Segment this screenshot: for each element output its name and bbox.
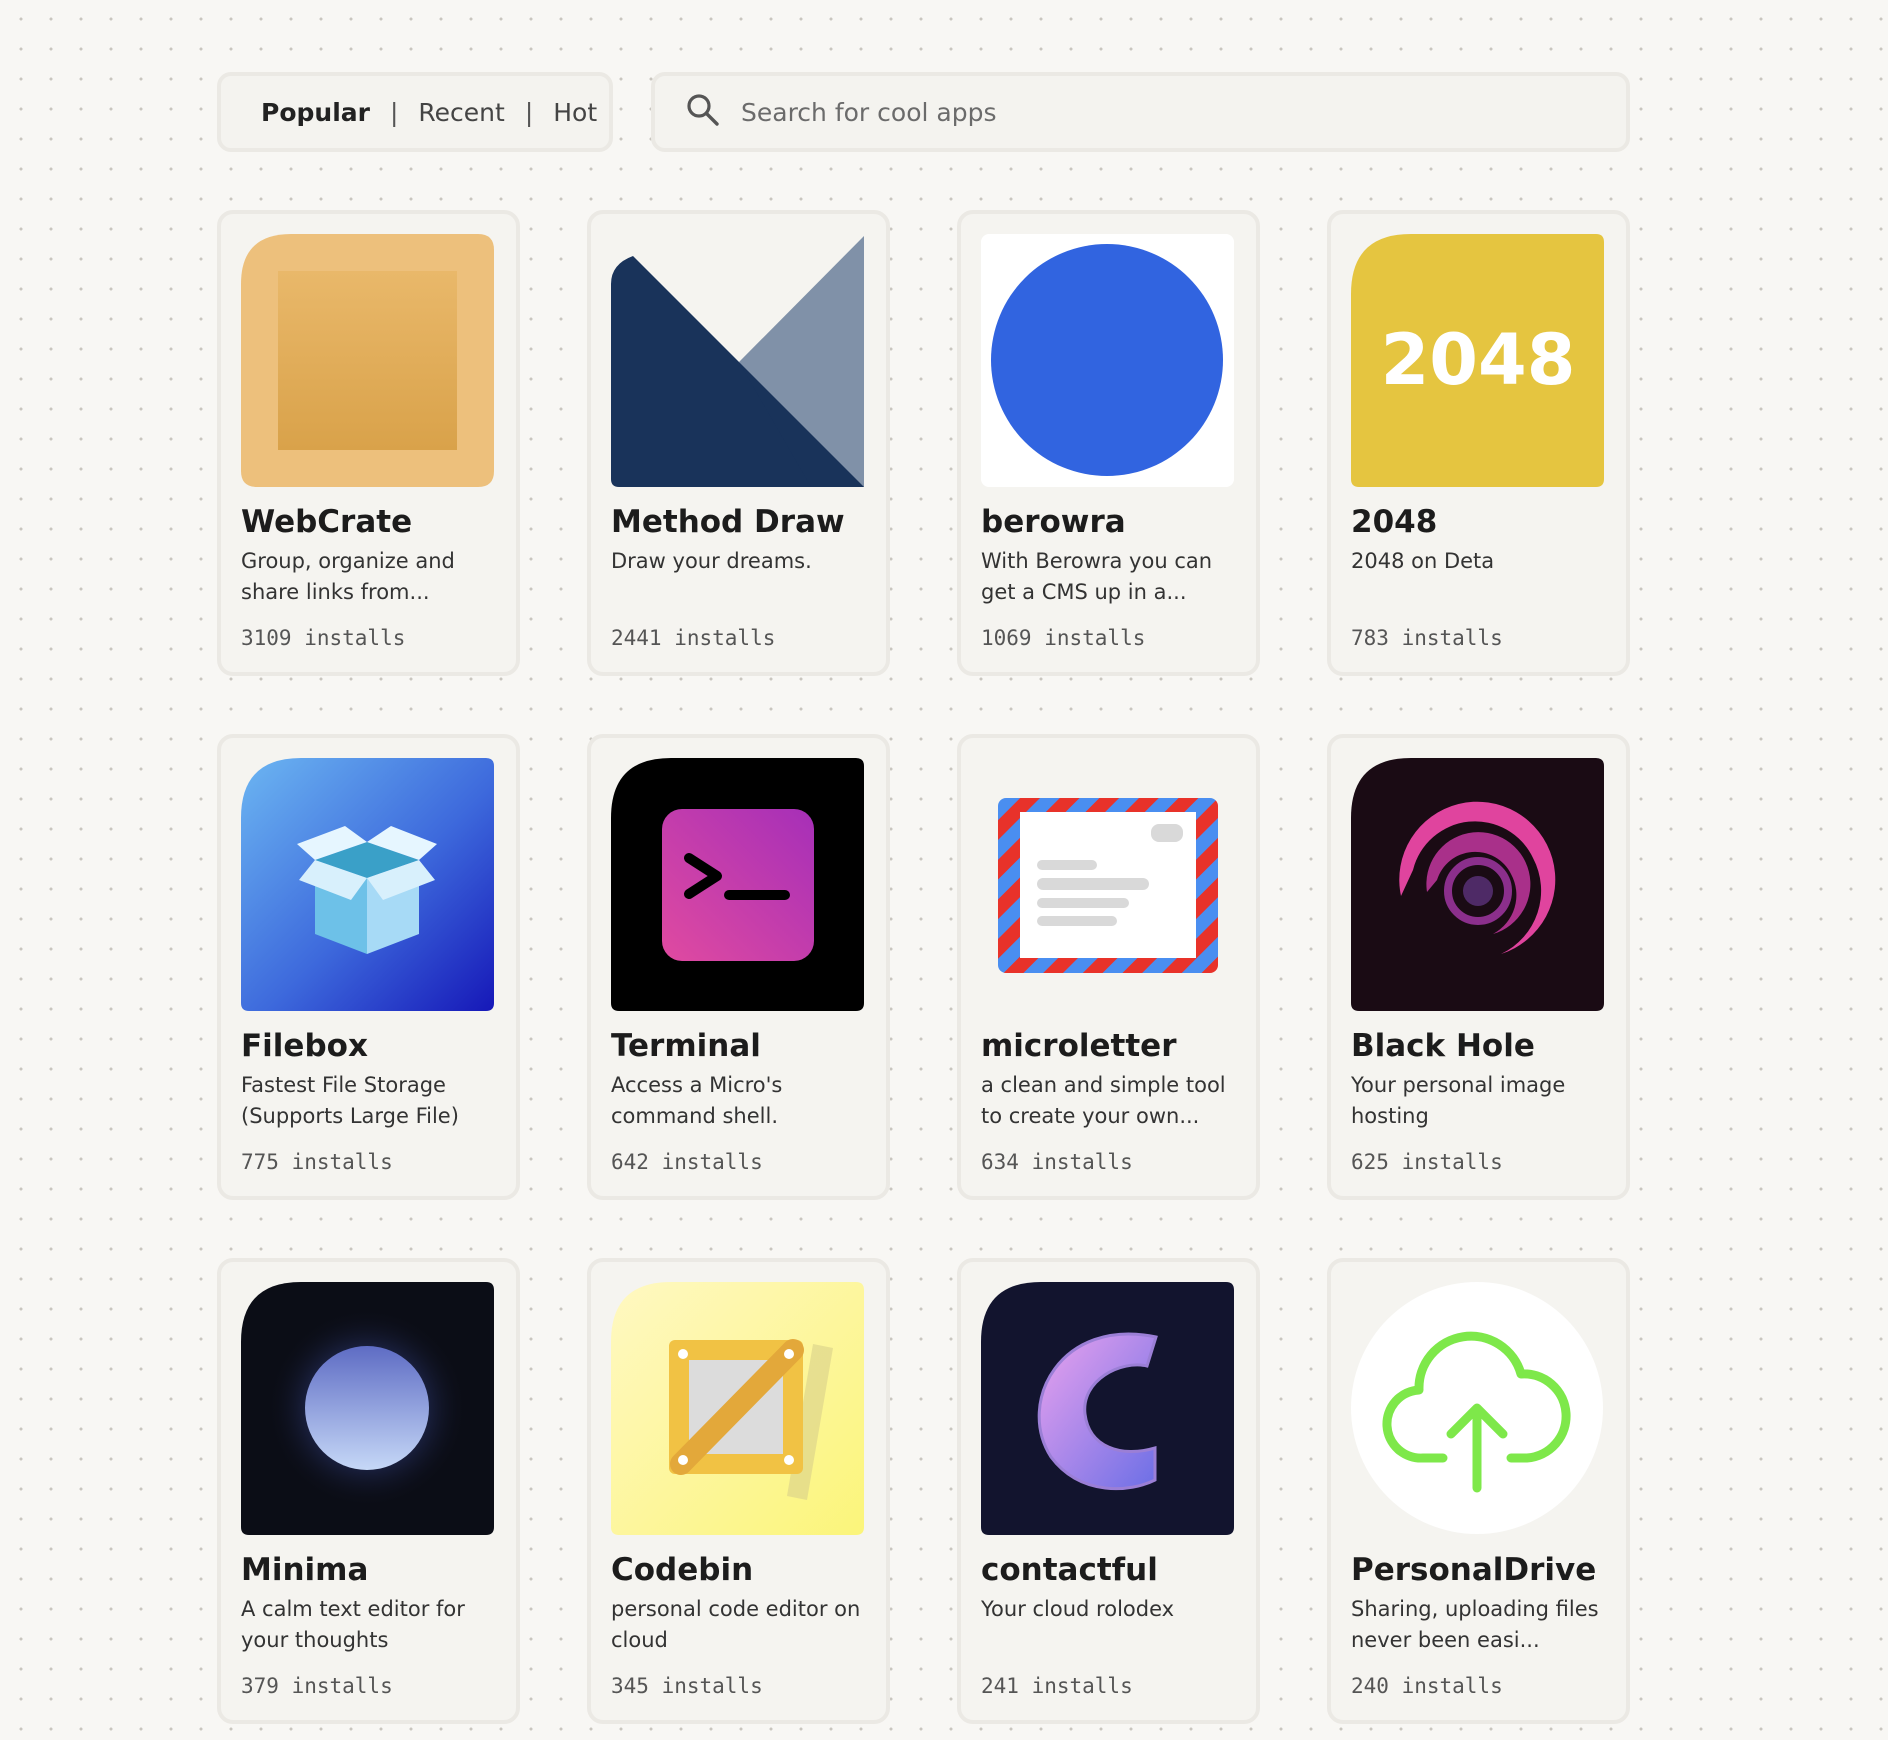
method-draw-icon [611,234,864,487]
2048-icon: 2048 [1351,234,1604,487]
terminal-icon [611,758,864,1011]
tab-popular[interactable]: Popular [261,98,370,127]
app-description: Your cloud rolodex [981,1597,1175,1621]
install-count: 625 installs [1351,1150,1503,1174]
app-name: PersonalDrive [1351,1552,1597,1588]
app-card-microletter[interactable]: microletter a clean and simple tool to c… [957,734,1260,1200]
app-card-personal-drive[interactable]: PersonalDrive Sharing, uploading files n… [1327,1258,1630,1724]
install-count: 240 installs [1351,1674,1503,1698]
app-grid: WebCrate Group, organize and share links… [217,210,1630,1724]
app-card-berowra[interactable]: berowra With Berowra you can get a CMS u… [957,210,1260,676]
app-name: contactful [981,1552,1158,1588]
install-count: 2441 installs [611,626,776,650]
app-description: Group, organize and share links from... [241,549,455,604]
app-description: Your personal image hosting [1351,1073,1566,1128]
2048-icon-text: 2048 [1381,319,1576,401]
tab-separator: | [524,97,534,127]
install-count: 241 installs [981,1674,1133,1698]
install-count: 775 installs [241,1150,393,1174]
app-card-black-hole[interactable]: Black Hole Your personal image hosting 6… [1327,734,1630,1200]
app-description: personal code editor on cloud [611,1597,861,1652]
search-icon [685,92,721,132]
app-name: berowra [981,504,1126,540]
install-count: 379 installs [241,1674,393,1698]
filter-tabs: Popular | Recent | Hot [217,72,613,152]
personal-drive-icon [1351,1282,1604,1535]
app-card-contactful[interactable]: contactful Your cloud rolodex 241 instal… [957,1258,1260,1724]
contactful-icon [981,1282,1234,1535]
install-count: 1069 installs [981,626,1146,650]
tab-hot[interactable]: Hot [553,98,597,127]
app-description: With Berowra you can get a CMS up in a..… [981,549,1213,604]
microletter-icon [981,758,1234,1011]
app-name: WebCrate [241,504,413,540]
app-description: Sharing, uploading files never been easi… [1351,1597,1599,1652]
minima-icon [241,1282,494,1535]
app-name: Black Hole [1351,1028,1535,1064]
app-description: Draw your dreams. [611,549,812,573]
app-name: Codebin [611,1552,754,1588]
app-name: microletter [981,1028,1177,1064]
search-input[interactable] [739,96,1603,128]
app-name: Filebox [241,1028,368,1064]
webcrate-icon [241,234,494,487]
berowra-icon [981,234,1234,487]
install-count: 642 installs [611,1150,763,1174]
tab-recent[interactable]: Recent [418,98,504,127]
filebox-icon [241,758,494,1011]
app-name: 2048 [1351,504,1438,540]
app-card-2048[interactable]: 2048 2048 2048 on Deta 783 installs [1327,210,1630,676]
install-count: 634 installs [981,1150,1133,1174]
black-hole-icon [1351,758,1604,1011]
app-description: A calm text editor for your thoughts [241,1597,465,1652]
install-count: 783 installs [1351,626,1503,650]
app-name: Method Draw [611,504,845,540]
install-count: 345 installs [611,1674,763,1698]
app-card-method-draw[interactable]: Method Draw Draw your dreams. 2441 insta… [587,210,890,676]
app-card-filebox[interactable]: Filebox Fastest File Storage (Supports L… [217,734,520,1200]
top-bar: Popular | Recent | Hot [217,72,1630,152]
search-bar[interactable] [651,72,1630,152]
app-description: a clean and simple tool to create your o… [981,1073,1226,1128]
app-card-codebin[interactable]: Codebin personal code editor on cloud 34… [587,1258,890,1724]
tab-separator: | [389,97,399,127]
app-card-webcrate[interactable]: WebCrate Group, organize and share links… [217,210,520,676]
app-name: Terminal [611,1028,761,1064]
app-description: 2048 on Deta [1351,549,1495,573]
app-card-terminal[interactable]: Terminal Access a Micro's command shell.… [587,734,890,1200]
install-count: 3109 installs [241,626,406,650]
app-description: Access a Micro's command shell. [611,1073,783,1128]
app-description: Fastest File Storage (Supports Large Fil… [241,1073,459,1128]
app-card-minima[interactable]: Minima A calm text editor for your thoug… [217,1258,520,1724]
codebin-icon [611,1282,864,1535]
app-name: Minima [241,1552,369,1588]
